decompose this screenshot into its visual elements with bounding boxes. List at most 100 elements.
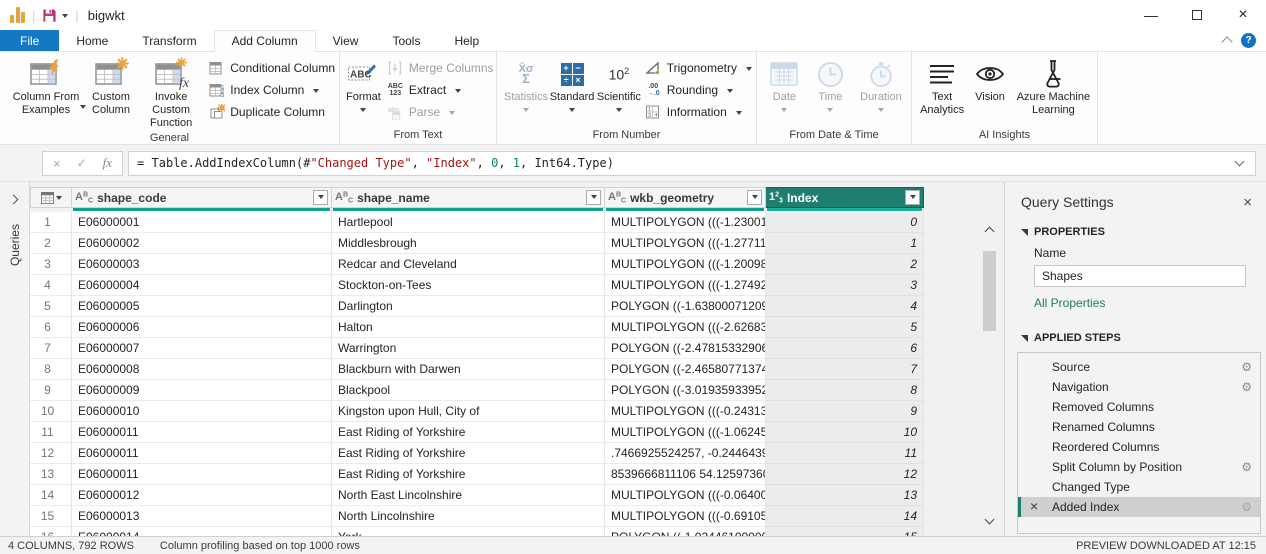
row-number[interactable]: 7: [30, 338, 72, 359]
cell-wkb-geometry[interactable]: POLYGON ((-3.01935933952051 53.838942005…: [605, 380, 766, 401]
cell-shape-name[interactable]: North Lincolnshire: [332, 506, 605, 527]
scientific-button[interactable]: 102 Scientific: [595, 57, 643, 113]
tab-add-column[interactable]: Add Column: [214, 30, 316, 52]
row-number[interactable]: 13: [30, 464, 72, 485]
cell-shape-code[interactable]: E06000005: [72, 296, 332, 317]
formula-input[interactable]: = Table.AddIndexColumn(#"Changed Type", …: [128, 151, 1256, 176]
table-select-all-button[interactable]: [30, 187, 72, 208]
expand-formula-icon[interactable]: [1235, 157, 1245, 167]
cell-shape-code[interactable]: E06000007: [72, 338, 332, 359]
column-from-examples-button[interactable]: Column From Examples: [6, 57, 86, 110]
cell-index[interactable]: 13: [766, 485, 924, 506]
text-type-icon[interactable]: ABC: [335, 191, 353, 205]
cell-wkb-geometry[interactable]: MULTIPOLYGON (((-0.243133634471002 53.73…: [605, 401, 766, 422]
applied-step-navigation[interactable]: Navigation⚙: [1018, 377, 1260, 397]
row-number[interactable]: 2: [30, 233, 72, 254]
cell-index[interactable]: 1: [766, 233, 924, 254]
cell-shape-code[interactable]: E06000014: [72, 527, 332, 536]
maximize-button[interactable]: [1174, 0, 1220, 30]
applied-step-reordered-columns[interactable]: Reordered Columns: [1018, 437, 1260, 457]
delete-step-icon[interactable]: ×: [1030, 498, 1038, 514]
rounding-button[interactable]: .00→.0 Rounding: [645, 79, 752, 101]
tab-tools[interactable]: Tools: [375, 30, 437, 51]
vertical-scrollbar[interactable]: [981, 224, 998, 526]
cell-shape-name[interactable]: Halton: [332, 317, 605, 338]
scroll-up-icon[interactable]: [986, 224, 993, 238]
cell-wkb-geometry[interactable]: MULTIPOLYGON (((-2.6268351815851 53.3546…: [605, 317, 766, 338]
cell-wkb-geometry[interactable]: MULTIPOLYGON (((-1.20098059443321 54.577…: [605, 254, 766, 275]
applied-step-renamed-columns[interactable]: Renamed Columns: [1018, 417, 1260, 437]
filter-dropdown-button[interactable]: [747, 190, 762, 205]
trigonometry-button[interactable]: Trigonometry: [645, 57, 752, 79]
cell-shape-code[interactable]: E06000011: [72, 443, 332, 464]
all-properties-link[interactable]: All Properties: [1034, 296, 1252, 310]
cell-shape-name[interactable]: East Riding of Yorkshire: [332, 443, 605, 464]
cell-shape-name[interactable]: Kingston upon Hull, City of: [332, 401, 605, 422]
extract-button[interactable]: ABC123 Extract: [387, 79, 494, 101]
cell-shape-name[interactable]: Blackburn with Darwen: [332, 359, 605, 380]
profiling-status[interactable]: Column profiling based on top 1000 rows: [160, 540, 360, 552]
scrollbar-thumb[interactable]: [983, 251, 996, 331]
cell-shape-name[interactable]: Redcar and Cleveland: [332, 254, 605, 275]
text-analytics-button[interactable]: Text Analytics: [918, 57, 966, 117]
row-number[interactable]: 6: [30, 317, 72, 338]
statistics-button[interactable]: X̄σΣ Statistics: [503, 57, 549, 113]
filter-dropdown-button[interactable]: [313, 190, 328, 205]
cell-wkb-geometry[interactable]: MULTIPOLYGON (((-1.23001416440497 54.625…: [605, 212, 766, 233]
cell-shape-code[interactable]: E06000012: [72, 485, 332, 506]
cell-shape-name[interactable]: Middlesbrough: [332, 233, 605, 254]
queries-pane-label[interactable]: Queries: [8, 224, 22, 266]
cell-shape-name[interactable]: Stockton-on-Tees: [332, 275, 605, 296]
cell-shape-code[interactable]: E06000009: [72, 380, 332, 401]
row-number[interactable]: 15: [30, 506, 72, 527]
cell-wkb-geometry[interactable]: POLYGON ((-2.46580771374763 53.780813407…: [605, 359, 766, 380]
row-number[interactable]: 3: [30, 254, 72, 275]
azure-machine-learning-button[interactable]: Azure Machine Learning: [1014, 57, 1093, 117]
cell-wkb-geometry[interactable]: MULTIPOLYGON (((-1.27492610909112 54.551…: [605, 275, 766, 296]
cell-index[interactable]: 9: [766, 401, 924, 422]
close-button[interactable]: ×: [1220, 0, 1266, 30]
date-button[interactable]: Date: [763, 57, 806, 113]
help-icon[interactable]: ?: [1241, 33, 1256, 48]
save-icon[interactable]: [42, 8, 57, 23]
text-type-icon[interactable]: ABC: [608, 191, 626, 205]
cell-index[interactable]: 15: [766, 527, 924, 536]
row-number[interactable]: 14: [30, 485, 72, 506]
number-type-icon[interactable]: 123: [769, 191, 783, 205]
conditional-column-button[interactable]: Conditional Column: [208, 57, 335, 79]
commit-formula-icon[interactable]: ✓: [77, 156, 87, 170]
cell-index[interactable]: 0: [766, 212, 924, 233]
row-number[interactable]: 1: [30, 212, 72, 233]
cell-shape-name[interactable]: Blackpool: [332, 380, 605, 401]
cell-wkb-geometry[interactable]: POLYGON ((-2.47815332906477 53.443417489…: [605, 338, 766, 359]
fx-icon[interactable]: fx: [103, 155, 112, 171]
cell-index[interactable]: 12: [766, 464, 924, 485]
cell-shape-name[interactable]: East Riding of Yorkshire: [332, 422, 605, 443]
cell-shape-code[interactable]: E06000011: [72, 422, 332, 443]
gear-icon[interactable]: ⚙: [1241, 500, 1252, 514]
information-button[interactable]: 13+ Information: [645, 101, 752, 123]
cell-index[interactable]: 3: [766, 275, 924, 296]
cell-shape-code[interactable]: E06000006: [72, 317, 332, 338]
minimize-button[interactable]: —: [1128, 0, 1174, 30]
index-column-button[interactable]: 123 Index Column: [208, 79, 335, 101]
collapse-ribbon-icon[interactable]: [1221, 36, 1232, 47]
tab-file[interactable]: File: [0, 30, 59, 51]
cell-shape-code[interactable]: E06000003: [72, 254, 332, 275]
cell-index[interactable]: 6: [766, 338, 924, 359]
cell-wkb-geometry[interactable]: POLYGON ((-1.02446100000363 54.052935603…: [605, 527, 766, 536]
close-panel-icon[interactable]: ×: [1243, 194, 1252, 211]
properties-section-header[interactable]: PROPERTIES: [1021, 226, 1252, 238]
cell-index[interactable]: 10: [766, 422, 924, 443]
tab-help[interactable]: Help: [437, 30, 496, 51]
custom-column-button[interactable]: Custom Column: [86, 57, 136, 117]
column-header-index[interactable]: 123 Index: [766, 187, 924, 208]
cell-wkb-geometry[interactable]: POLYGON ((-1.63800071209267 54.617204342…: [605, 296, 766, 317]
duplicate-column-button[interactable]: Duplicate Column: [208, 101, 335, 123]
cell-shape-code[interactable]: E06000001: [72, 212, 332, 233]
cell-index[interactable]: 2: [766, 254, 924, 275]
row-number[interactable]: 4: [30, 275, 72, 296]
filter-dropdown-button[interactable]: [905, 190, 920, 205]
expand-queries-icon[interactable]: [9, 195, 19, 205]
cell-index[interactable]: 11: [766, 443, 924, 464]
